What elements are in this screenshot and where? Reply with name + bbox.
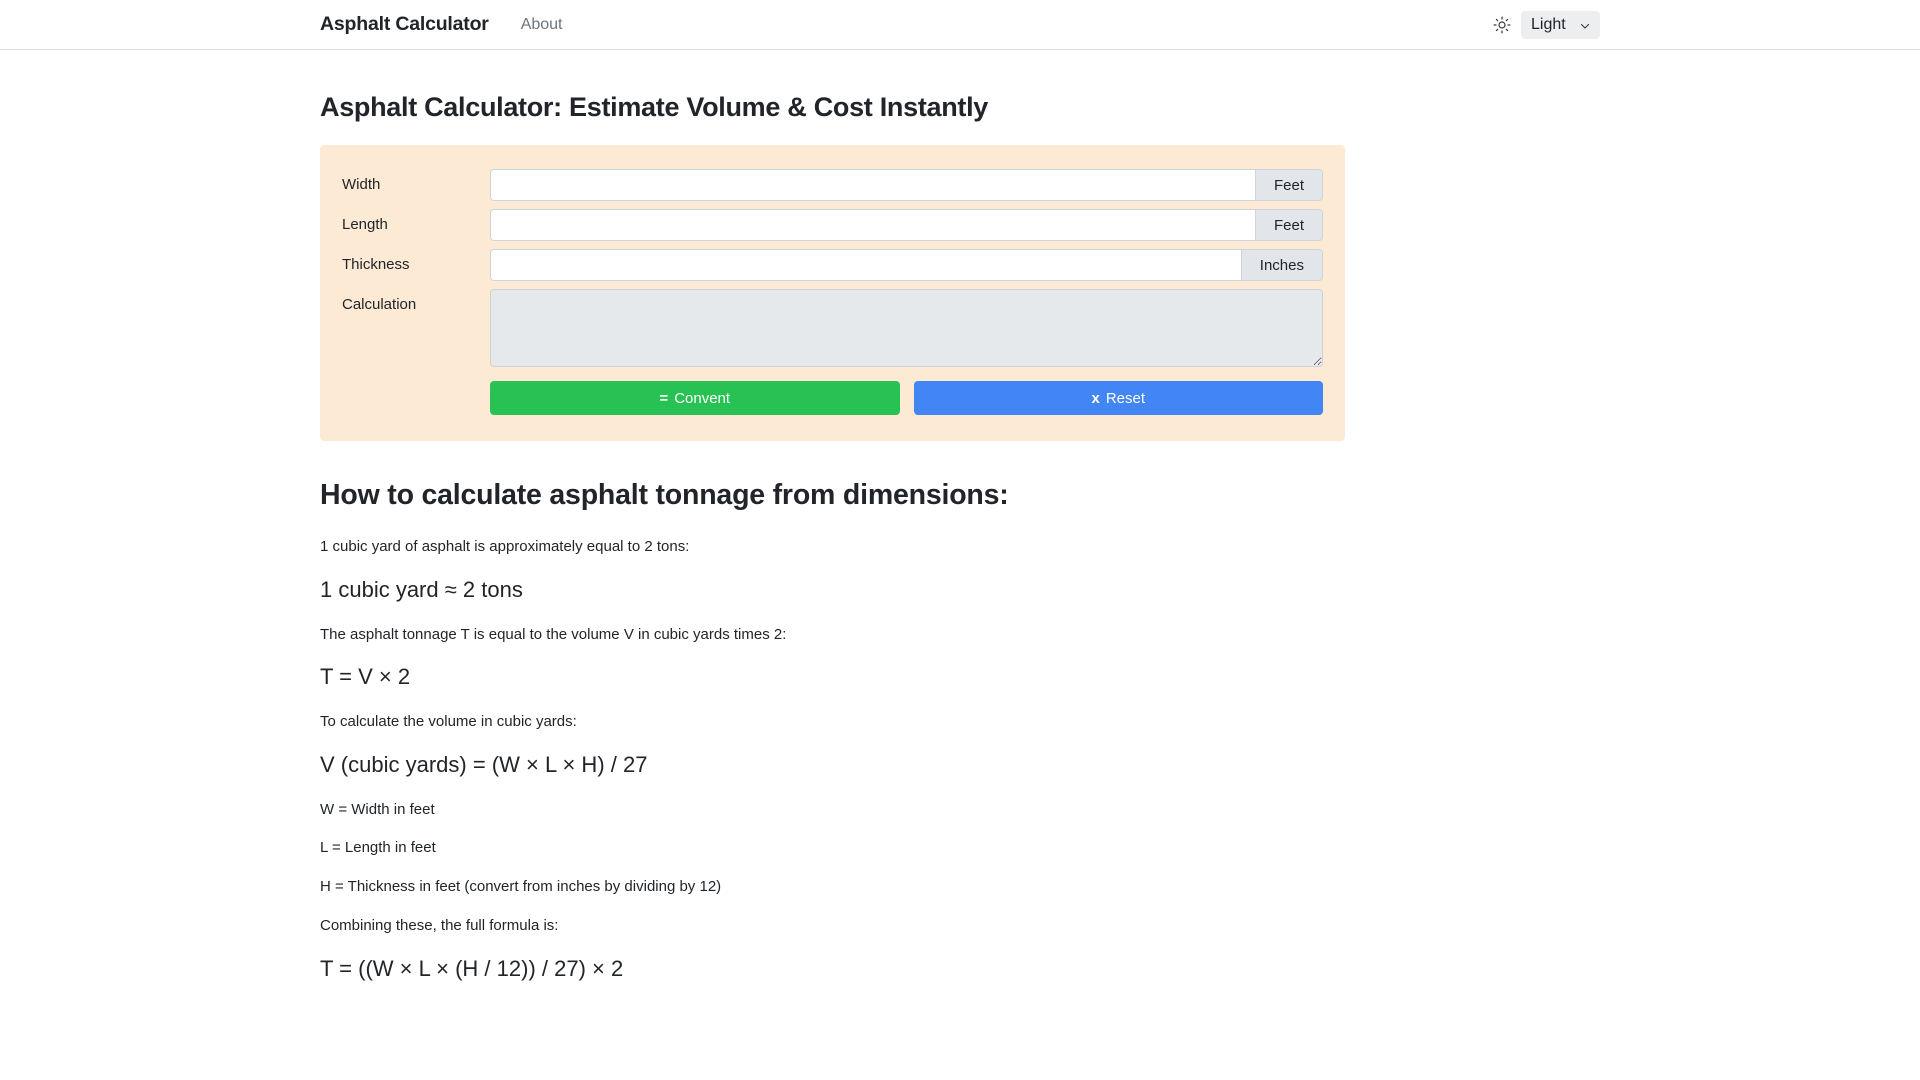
- thickness-input[interactable]: [490, 249, 1241, 281]
- reset-button-label: Reset: [1105, 389, 1146, 407]
- article-paragraph: To calculate the volume in cubic yards:: [320, 713, 577, 731]
- input-group-length: Feet: [490, 209, 1323, 241]
- form-row-width: Width Feet: [342, 169, 1323, 201]
- article-heading: How to calculate asphalt tonnage from di…: [320, 479, 1009, 511]
- article-formula: T = V × 2: [320, 664, 411, 690]
- article-paragraph: 1 cubic yard of asphalt is approximately…: [320, 538, 690, 555]
- article-formula: 1 cubic yard ≈ 2 tons: [320, 576, 523, 602]
- navbar-inner: Asphalt Calculator About Light: [320, 0, 1600, 49]
- length-input[interactable]: [490, 209, 1255, 241]
- width-input[interactable]: [490, 169, 1255, 201]
- article-formula: V (cubic yards) = (W × L × H) / 27: [320, 751, 648, 777]
- article-section: How to calculate asphalt tonnage from di…: [320, 441, 1600, 984]
- article-paragraph: H = Thickness in feet (convert from inch…: [320, 878, 722, 896]
- form-row-thickness: Thickness Inches: [342, 249, 1323, 281]
- top-navbar: Asphalt Calculator About Light: [0, 0, 1920, 50]
- calculator-button-row: = Convent x Reset: [490, 381, 1323, 415]
- input-group-width: Feet: [490, 169, 1323, 201]
- label-width: Width: [342, 176, 381, 194]
- theme-select[interactable]: Light: [1521, 10, 1600, 39]
- theme-select-wrapper: Light: [1521, 10, 1600, 39]
- convert-button-symbol: =: [659, 389, 669, 407]
- brand-title[interactable]: Asphalt Calculator: [320, 13, 489, 36]
- main-container: Asphalt Calculator: Estimate Volume & Co…: [320, 50, 1600, 984]
- label-thickness: Thickness: [342, 256, 410, 274]
- article-paragraph: The asphalt tonnage T is equal to the vo…: [320, 625, 787, 643]
- convert-button[interactable]: = Convent: [490, 381, 900, 415]
- article-formula: T = ((W × L × (H / 12)) / 27) × 2: [320, 955, 624, 981]
- convert-button-label: Convent: [674, 389, 731, 407]
- page-title: Asphalt Calculator: Estimate Volume & Co…: [320, 92, 989, 122]
- width-unit-addon[interactable]: Feet: [1254, 169, 1323, 201]
- thickness-unit-addon[interactable]: Inches: [1240, 249, 1323, 281]
- calculation-output-wrapper: [490, 289, 1323, 367]
- length-unit-addon[interactable]: Feet: [1254, 209, 1323, 241]
- article-paragraph: L = Length in feet: [320, 839, 436, 857]
- form-row-calculation: Calculation: [342, 289, 1323, 367]
- nav-link-about[interactable]: About: [521, 16, 563, 34]
- calculator-panel: Width Feet Length Feet Thickness Inches …: [320, 145, 1345, 441]
- input-group-thickness: Inches: [490, 249, 1323, 281]
- form-row-length: Length Feet: [342, 209, 1323, 241]
- label-calculation: Calculation: [342, 296, 417, 313]
- navbar-right-group: Light: [1493, 10, 1600, 39]
- sun-icon: [1493, 16, 1511, 34]
- calculation-output[interactable]: [490, 289, 1323, 367]
- reset-button[interactable]: x Reset: [913, 381, 1323, 415]
- reset-button-symbol: x: [1091, 389, 1100, 407]
- label-length: Length: [342, 216, 388, 234]
- article-paragraph: Combining these, the full formula is:: [320, 916, 559, 934]
- article-paragraph: W = Width in feet: [320, 800, 435, 818]
